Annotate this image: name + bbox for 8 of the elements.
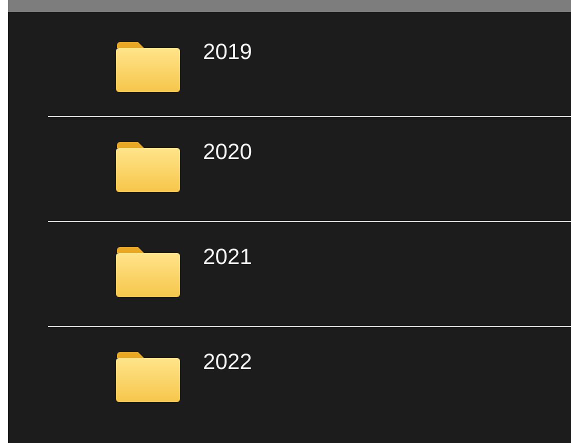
folder-name: 2019: [203, 39, 252, 65]
folder-icon[interactable]: [115, 41, 181, 93]
folder-name: 2022: [203, 349, 252, 375]
folder-icon[interactable]: [115, 351, 181, 403]
folder-name: 2021: [203, 244, 252, 270]
folder-icon[interactable]: [115, 141, 181, 193]
folder-name: 2020: [203, 139, 252, 165]
folder-icon[interactable]: [115, 246, 181, 298]
